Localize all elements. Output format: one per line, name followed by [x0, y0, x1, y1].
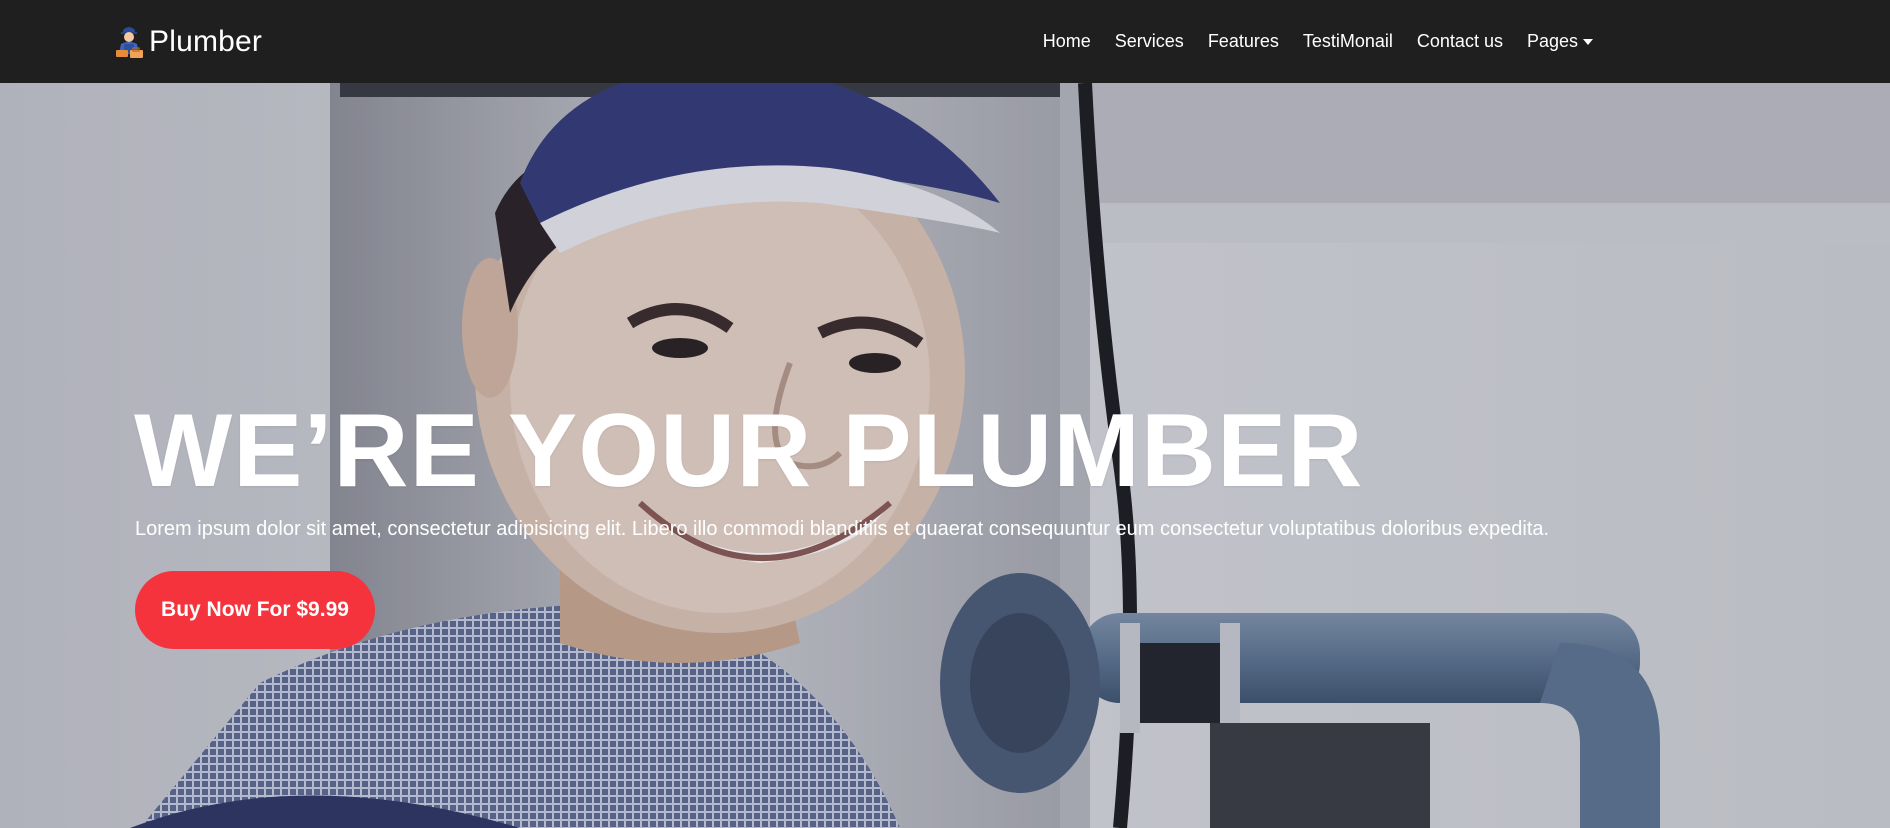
nav-item-label: Pages [1526, 31, 1578, 51]
brand-link[interactable]: Plumber [113, 22, 262, 62]
nav-item-label: Services [1114, 31, 1184, 51]
nav-item-label: TestiMonail [1302, 31, 1393, 51]
nav-item-home[interactable]: Home [1031, 31, 1103, 52]
nav-item-features[interactable]: Features [1196, 31, 1291, 52]
top-navbar: Plumber Home Services Features TestiMona… [0, 0, 1890, 83]
brand-name: Plumber [149, 25, 263, 58]
hero-section: WE’RE YOUR PLUMBER Lorem ipsum dolor sit… [0, 83, 1890, 828]
nav-item-label: Features [1207, 31, 1279, 51]
nav-item-label: Home [1042, 31, 1091, 51]
hero-subtitle: Lorem ipsum dolor sit amet, consectetur … [135, 518, 1550, 540]
nav-item-pages-dropdown[interactable]: Pages [1515, 31, 1605, 52]
nav-item-testimonial[interactable]: TestiMonail [1291, 31, 1405, 52]
nav-item-contact[interactable]: Contact us [1405, 31, 1515, 52]
hero-title: WE’RE YOUR PLUMBER [134, 393, 1364, 509]
buy-now-button[interactable]: Buy Now For $9.99 [135, 571, 375, 649]
nav-item-services[interactable]: Services [1103, 31, 1196, 52]
main-nav: Home Services Features TestiMonail Conta… [1031, 0, 1605, 83]
plumber-mascot-icon [113, 24, 147, 60]
caret-down-icon [1583, 38, 1593, 45]
nav-item-label: Contact us [1416, 31, 1503, 51]
